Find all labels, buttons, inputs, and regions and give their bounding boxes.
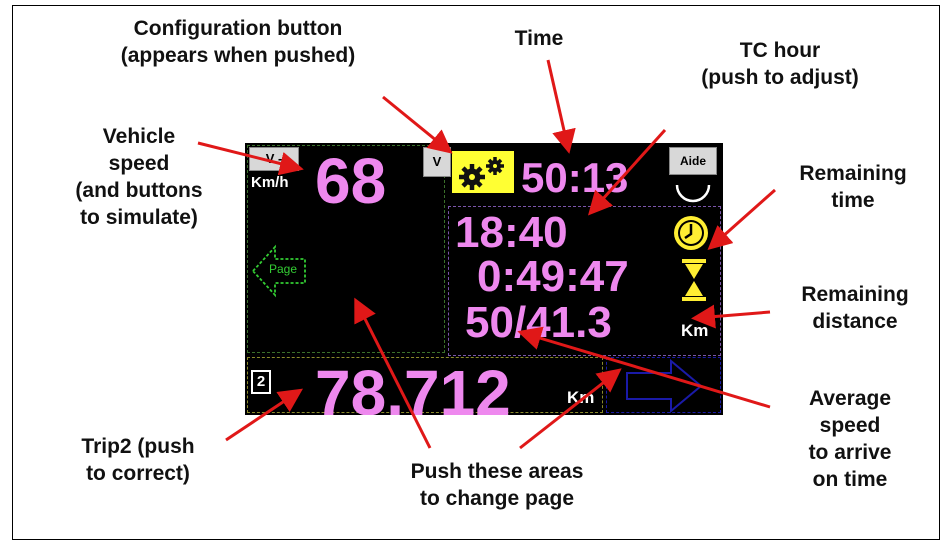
device-screen: V - Km/h 68 V 50:13 Aide 18:40 0:49:47 5…: [245, 143, 723, 415]
remaining-distance-note: Remaining distance: [801, 283, 909, 333]
tc-hour-note: TC hour (push to adjust): [701, 39, 859, 89]
time-value[interactable]: 50:13: [521, 157, 628, 199]
hourglass-icon: [682, 259, 706, 301]
page-right-arrow-icon[interactable]: [625, 359, 705, 413]
push-areas-note: Push these areas to change page: [410, 460, 584, 510]
trip-number-badge: 2: [251, 370, 271, 394]
tc-hour-value[interactable]: 18:40: [455, 211, 568, 255]
vehicle-speed-note: Vehicle speed (and buttons to simulate): [75, 125, 203, 229]
configuration-button[interactable]: [452, 151, 514, 193]
speed-unit: Km/h: [251, 174, 289, 191]
gear-icon: [459, 157, 504, 190]
distance-unit: Km: [681, 321, 709, 340]
trip-unit: Km: [567, 388, 595, 407]
remaining-time-value: 0:49:47: [477, 252, 629, 301]
remaining-time-note: Remaining time: [799, 162, 907, 212]
time-note: Time: [514, 27, 564, 50]
small-clock-icon: [675, 184, 711, 203]
trip2-note: Trip2 (push to correct): [81, 435, 195, 485]
page-left-label: Page: [269, 262, 298, 276]
average-speed-distance-value: 50/41.3: [465, 298, 612, 347]
vehicle-speed-value: 68: [315, 145, 387, 217]
help-button[interactable]: Aide: [669, 147, 717, 175]
average-speed-note: Average speed to arrive on time: [808, 387, 892, 491]
speed-decrease-button[interactable]: V -: [249, 147, 299, 171]
trip2-value[interactable]: 78.712: [315, 361, 511, 415]
config-button-note: Configuration button (appears when pushe…: [120, 17, 356, 67]
clock-icon: [674, 216, 708, 250]
speed-increase-button[interactable]: V: [423, 147, 451, 177]
